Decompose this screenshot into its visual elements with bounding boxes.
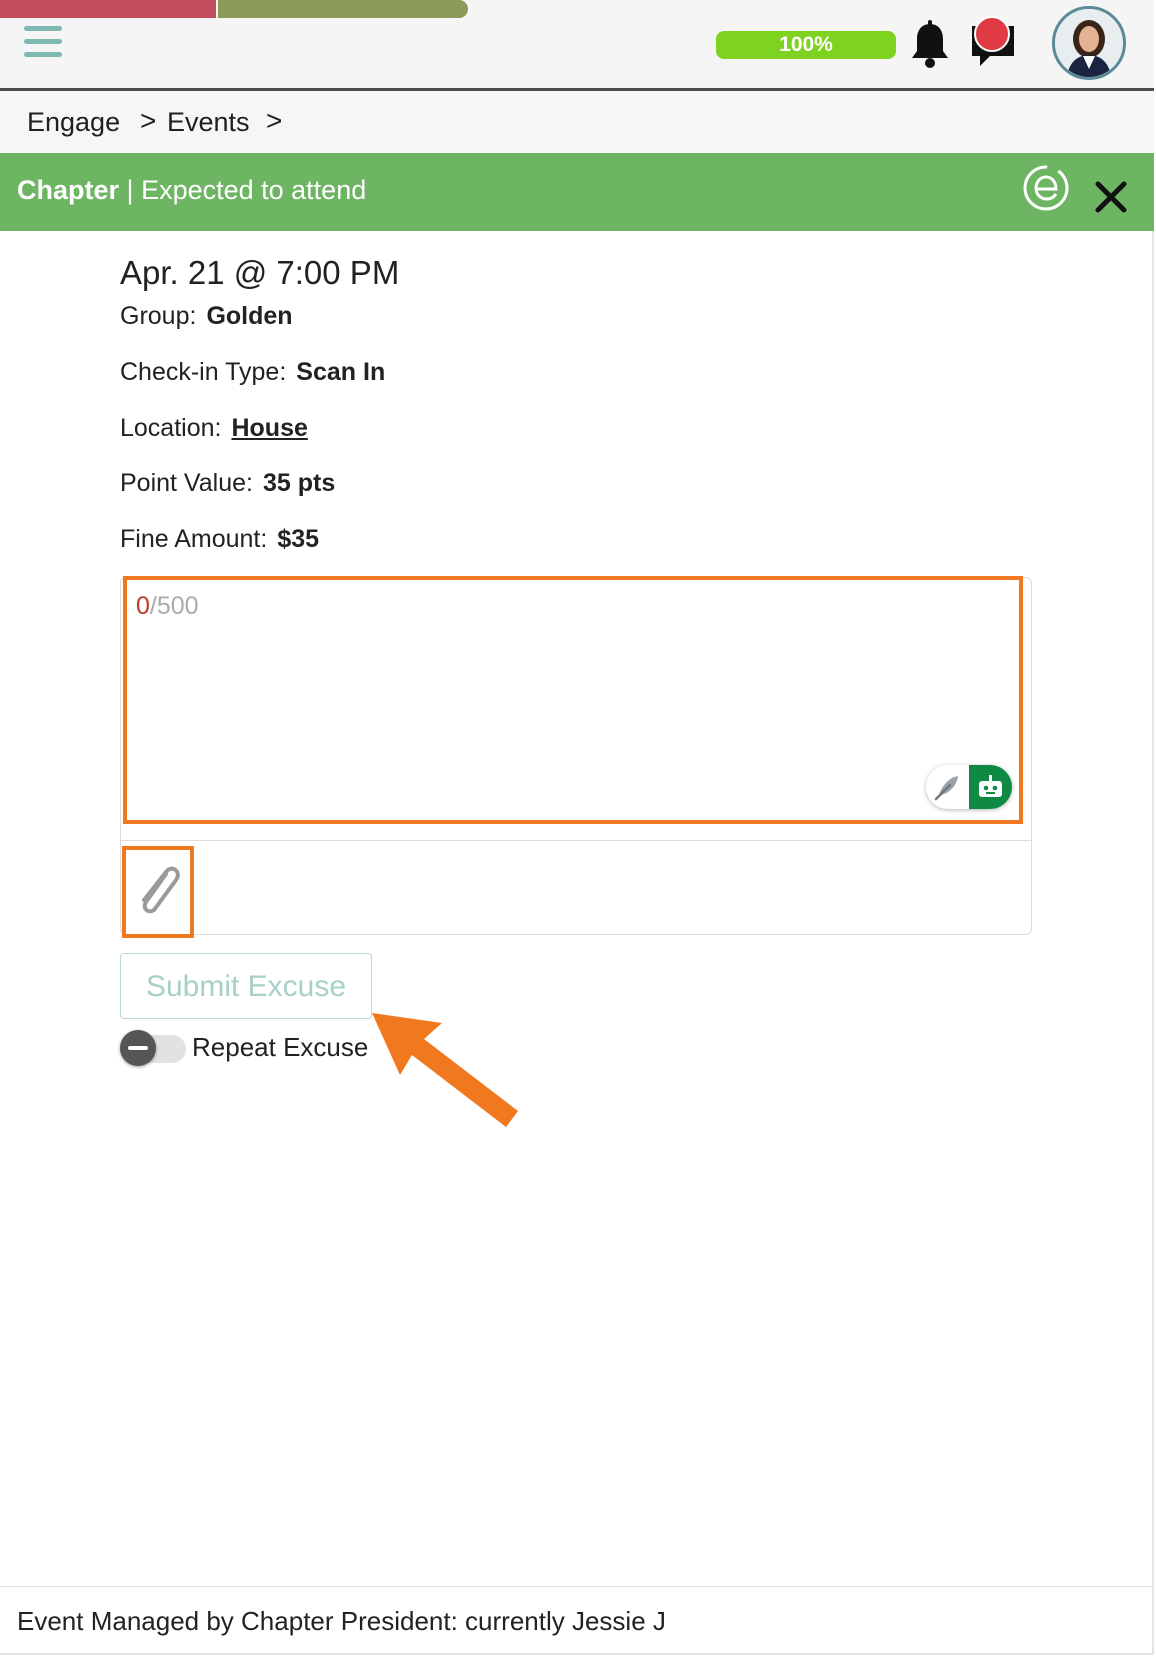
location-link[interactable]: House: [231, 414, 307, 442]
avatar[interactable]: [1052, 6, 1126, 80]
breadcrumb-events[interactable]: Events: [167, 107, 250, 138]
close-icon[interactable]: [1094, 180, 1128, 214]
bell-icon[interactable]: [908, 20, 952, 70]
editor-divider: [120, 840, 1032, 841]
breadcrumb: Engage > Events >: [0, 91, 1154, 153]
detail-label: Group:: [120, 302, 197, 330]
top-bar: 100%: [0, 0, 1154, 91]
progress-segment-olive: [218, 0, 468, 18]
counter-separator: /: [149, 592, 157, 620]
toggle-knob[interactable]: [120, 1030, 156, 1066]
detail-label: Check-in Type:: [120, 358, 287, 386]
detail-value: Golden: [206, 302, 293, 330]
hamburger-menu-icon[interactable]: [24, 26, 62, 62]
detail-row-location: Location: House: [120, 414, 308, 443]
user-avatar-icon: [1055, 9, 1123, 77]
completion-badge: 100%: [716, 31, 896, 59]
event-datetime: Apr. 21 @ 7:00 PM: [120, 254, 400, 291]
progress-segment-red: [0, 0, 216, 18]
page-title: Chapter | Expected to attend: [17, 175, 366, 206]
engage-logo-icon: [1023, 165, 1069, 211]
editor-tool-pill: [926, 765, 1012, 809]
detail-label: Point Value:: [120, 469, 253, 497]
repeat-excuse-label: Repeat Excuse: [192, 1032, 369, 1062]
annotation-arrow-icon: [372, 1013, 518, 1127]
quill-button[interactable]: [926, 765, 969, 809]
header-subtitle: Expected to attend: [141, 175, 367, 205]
detail-value: 35 pts: [262, 469, 336, 497]
breadcrumb-engage[interactable]: Engage: [27, 107, 120, 138]
detail-row-group: Group: Golden: [120, 302, 293, 331]
event-manager-footer: Event Managed by Chapter President: curr…: [17, 1606, 666, 1636]
chevron-right-icon: >: [266, 105, 283, 136]
detail-value: $35: [277, 525, 320, 553]
attach-button[interactable]: [122, 846, 194, 938]
detail-label: Location:: [120, 414, 222, 442]
footer-divider: [0, 1586, 1154, 1587]
header-title: Chapter: [17, 175, 120, 205]
detail-label: Fine Amount:: [120, 525, 268, 553]
robot-icon: [979, 775, 1002, 797]
event-header: Chapter | Expected to attend: [0, 153, 1154, 231]
ai-assistant-button[interactable]: [969, 765, 1012, 809]
detail-row-point-value: Point Value: 35 pts: [120, 469, 335, 498]
character-counter: 0/500: [136, 592, 199, 621]
detail-row-fine-amount: Fine Amount: $35: [120, 525, 319, 554]
quill-feather-icon: [934, 776, 958, 801]
detail-row-checkin-type: Check-in Type: Scan In: [120, 358, 385, 387]
app-frame: 100% Engage > Events > Chapter | Expecte…: [0, 0, 1154, 1655]
submit-excuse-button[interactable]: Submit Excuse: [120, 953, 372, 1019]
detail-value: Scan In: [296, 358, 386, 386]
counter-current: 0: [136, 592, 150, 620]
excuse-textarea[interactable]: [123, 576, 1023, 824]
paperclip-icon: [142, 866, 180, 914]
notification-dot: [974, 16, 1010, 52]
chevron-right-icon: >: [140, 105, 157, 136]
header-separator: |: [126, 175, 134, 205]
counter-max: 500: [156, 592, 199, 620]
